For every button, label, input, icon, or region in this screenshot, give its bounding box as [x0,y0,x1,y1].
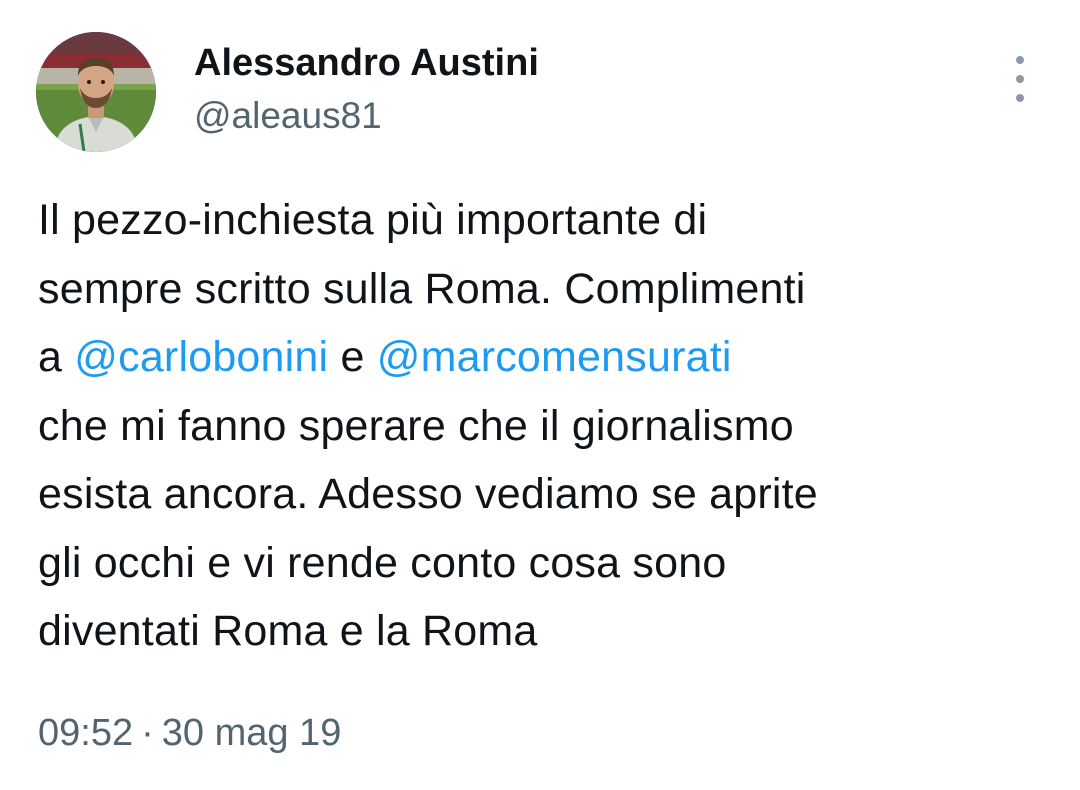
tweet-timestamp: 09:52 · 30 mag 19 [38,710,341,756]
tweet-text-line: che mi fanno sperare che il giornalismo [38,401,794,450]
tweet-text-fragment: a [38,333,75,381]
tweet-card: Alessandro Austini @aleaus81 Il pezzo-in… [0,0,1080,790]
tweet-text-line: Il pezzo-inchiesta più importante di [38,196,708,244]
tweet-text-fragment: e [328,333,377,381]
tweet-text-line: a @carlobonini e @marcomensurati [38,323,1048,392]
author-handle[interactable]: @aleaus81 [194,94,382,138]
tweet-text-line: sempre scritto sulla Roma. Complimenti [38,264,806,313]
tweet-text-line: gli occhi e vi rende conto cosa sono [38,538,727,587]
vertical-ellipsis-icon [1016,56,1024,64]
tweet-text: Il pezzo-inchiesta più importante di sem… [38,186,1048,666]
vertical-ellipsis-icon [1016,75,1024,83]
author-name[interactable]: Alessandro Austini [194,40,539,86]
tweet-time[interactable]: 09:52 [38,712,133,754]
tweet-text-line: diventati Roma e la Roma [38,607,538,655]
tweet-text-line: esista ancora. Adesso vediamo se aprite [38,470,818,518]
profile-photo-image [36,32,156,152]
mention-link-marcomensurati[interactable]: @marcomensurati [377,333,732,381]
mention-link-carlobonini[interactable]: @carlobonini [74,333,328,381]
vertical-ellipsis-icon [1016,94,1024,102]
timestamp-separator: · [141,712,154,754]
avatar[interactable] [36,32,156,152]
more-options-button[interactable] [1000,56,1040,102]
tweet-date[interactable]: 30 mag 19 [162,712,342,754]
